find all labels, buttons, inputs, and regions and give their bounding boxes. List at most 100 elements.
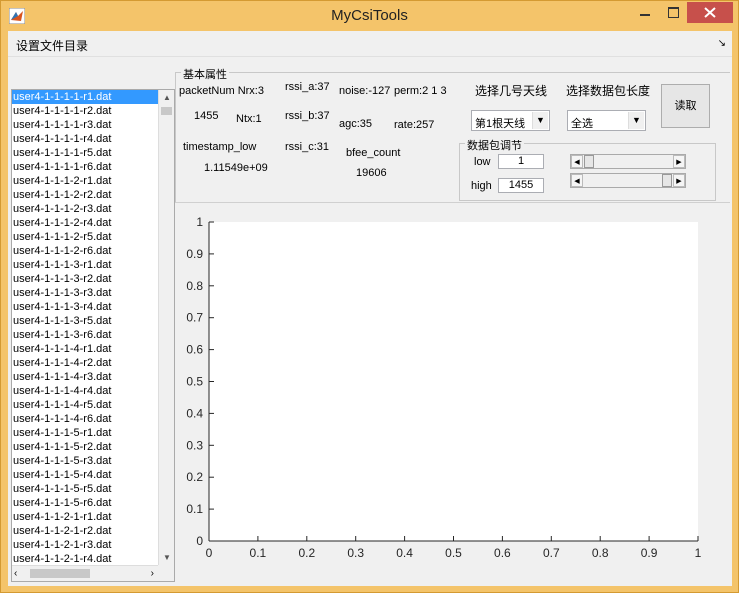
file-list-item[interactable]: user4-1-1-2-1-r3.dat <box>12 538 158 552</box>
file-list-item[interactable]: user4-1-1-1-4-r4.dat <box>12 384 158 398</box>
rssi-c-label: rssi_c:31 <box>285 141 330 153</box>
file-list-item[interactable]: user4-1-1-1-1-r5.dat <box>12 146 158 160</box>
file-list-item[interactable]: user4-1-1-1-2-r6.dat <box>12 244 158 258</box>
packet-length-selected-value: 全选 <box>571 118 593 130</box>
y-tick-label: 0.4 <box>186 406 203 420</box>
file-list-item[interactable]: user4-1-1-1-2-r3.dat <box>12 202 158 216</box>
plot-axes[interactable]: 0 0.1 0.2 0.3 0.4 0.5 0.6 0.7 0.8 0.9 1 0 0.1 0.2 0.3 0… <box>175 203 730 586</box>
antenna-select[interactable]: 第1根天线 ▼ <box>471 110 550 131</box>
x-tick-label: 0.4 <box>396 546 413 560</box>
file-list-item[interactable]: user4-1-1-1-5-r6.dat <box>12 496 158 510</box>
vertical-scrollbar[interactable]: ▲ ▼ <box>158 90 174 566</box>
file-list-item[interactable]: user4-1-1-1-1-r1.dat <box>12 90 158 104</box>
low-input[interactable]: 1 <box>498 154 544 169</box>
app-window: MyCsiTools 设置文件目录 ↘ user4-1-1-1-1-r1.dat… <box>0 0 739 593</box>
file-list-item[interactable]: user4-1-1-1-4-r1.dat <box>12 342 158 356</box>
x-tick-label: 0.8 <box>592 546 609 560</box>
slider-left-icon[interactable]: ◀ <box>571 174 583 187</box>
file-listbox[interactable]: user4-1-1-1-1-r1.dat user4-1-1-1-1-r2.dat… <box>11 89 175 582</box>
file-list-item[interactable]: user4-1-1-1-3-r2.dat <box>12 272 158 286</box>
horizontal-scrollbar[interactable]: ‹ › <box>12 565 158 581</box>
file-list-item[interactable]: user4-1-1-2-1-r1.dat <box>12 510 158 524</box>
antenna-selected-value: 第1根天线 <box>475 118 526 130</box>
file-list-item[interactable]: user4-1-1-1-3-r3.dat <box>12 286 158 300</box>
file-list-item[interactable]: user4-1-1-1-3-r5.dat <box>12 314 158 328</box>
scroll-left-icon[interactable]: ‹ <box>14 566 17 582</box>
slider-left-icon[interactable]: ◀ <box>571 155 583 168</box>
menu-set-directory[interactable]: 设置文件目录 <box>16 37 88 54</box>
rssi-a-label: rssi_a:37 <box>285 81 330 93</box>
file-list-item[interactable]: user4-1-1-1-5-r1.dat <box>12 426 158 440</box>
file-list-item[interactable]: user4-1-1-1-3-r1.dat <box>12 258 158 272</box>
scroll-down-icon[interactable]: ▼ <box>159 550 175 566</box>
file-list-item[interactable]: user4-1-1-1-5-r5.dat <box>12 482 158 496</box>
basic-properties-title: 基本属性 <box>181 66 229 82</box>
file-list-item[interactable]: user4-1-1-1-2-r4.dat <box>12 216 158 230</box>
packet-adjust-title: 数据包调节 <box>465 137 524 153</box>
dock-arrow-icon[interactable]: ↘ <box>718 38 726 49</box>
timestamp-label: timestamp_low <box>183 141 257 153</box>
hscroll-thumb[interactable] <box>30 569 90 578</box>
chevron-down-icon[interactable]: ▼ <box>628 112 644 129</box>
file-list-item[interactable]: user4-1-1-1-5-r2.dat <box>12 440 158 454</box>
packet-length-label: 选择数据包长度 <box>566 84 651 98</box>
y-tick-label: 0.3 <box>186 438 203 452</box>
slider-right-icon[interactable]: ▶ <box>673 174 685 187</box>
file-list-item[interactable]: user4-1-1-1-4-r2.dat <box>12 356 158 370</box>
file-list-item[interactable]: user4-1-1-1-3-r6.dat <box>12 328 158 342</box>
slider-right-icon[interactable]: ▶ <box>673 155 685 168</box>
file-list-item[interactable]: user4-1-1-1-2-r2.dat <box>12 188 158 202</box>
packetnum-value: 1455 <box>194 110 219 122</box>
minimize-button[interactable] <box>631 2 659 23</box>
x-tick-label: 0 <box>206 546 213 560</box>
low-slider-thumb[interactable] <box>584 155 594 168</box>
plot-area[interactable] <box>209 222 698 541</box>
x-tick-label: 0.9 <box>641 546 658 560</box>
file-list-item[interactable]: user4-1-1-1-1-r2.dat <box>12 104 158 118</box>
x-tick-label: 1 <box>695 546 702 560</box>
maximize-button[interactable] <box>659 2 687 23</box>
file-list-item[interactable]: user4-1-1-2-1-r4.dat <box>12 552 158 566</box>
file-list-item[interactable]: user4-1-1-1-2-r5.dat <box>12 230 158 244</box>
packet-length-select[interactable]: 全选 ▼ <box>567 110 646 131</box>
close-button[interactable] <box>687 2 733 23</box>
file-list-item[interactable]: user4-1-1-1-1-r3.dat <box>12 118 158 132</box>
noise-label: noise:-127 <box>339 85 391 97</box>
file-list-item[interactable]: user4-1-1-1-4-r5.dat <box>12 398 158 412</box>
perm-label: perm:2 1 3 <box>394 85 447 97</box>
file-list-item[interactable]: user4-1-1-1-5-r3.dat <box>12 454 158 468</box>
file-list-item[interactable]: user4-1-1-1-2-r1.dat <box>12 174 158 188</box>
file-list-item[interactable]: user4-1-1-1-4-r3.dat <box>12 370 158 384</box>
chevron-down-icon[interactable]: ▼ <box>532 112 548 129</box>
scroll-up-icon[interactable]: ▲ <box>159 90 175 106</box>
ntx-label: Ntx:1 <box>236 113 262 125</box>
high-slider[interactable]: ◀ ▶ <box>570 173 686 188</box>
title-bar[interactable]: MyCsiTools <box>1 1 738 31</box>
file-list-items: user4-1-1-1-1-r1.dat user4-1-1-1-1-r2.dat… <box>12 90 158 566</box>
client-area: 设置文件目录 ↘ user4-1-1-1-1-r1.dat user4-1-1-1… <box>8 31 732 586</box>
y-tick-label: 0.2 <box>186 470 203 484</box>
bfee-count-label: bfee_count <box>346 147 401 159</box>
window-title: MyCsiTools <box>331 7 408 24</box>
high-input[interactable]: 1455 <box>498 178 544 193</box>
timestamp-value: 1.11549e+09 <box>204 162 268 174</box>
file-list-item[interactable]: user4-1-1-1-1-r6.dat <box>12 160 158 174</box>
close-icon <box>704 7 716 18</box>
scroll-right-icon[interactable]: › <box>151 566 154 582</box>
scroll-thumb[interactable] <box>161 107 172 115</box>
x-tick-label: 0.3 <box>347 546 364 560</box>
file-list-item[interactable]: user4-1-1-1-4-r6.dat <box>12 412 158 426</box>
x-tick-label: 0.7 <box>543 546 560 560</box>
high-label: high <box>471 180 492 192</box>
file-list-item[interactable]: user4-1-1-1-1-r4.dat <box>12 132 158 146</box>
scroll-corner <box>158 565 174 581</box>
y-tick-label: 0.5 <box>186 375 203 389</box>
low-slider[interactable]: ◀ ▶ <box>570 154 686 169</box>
rssi-b-label: rssi_b:37 <box>285 110 330 122</box>
file-list-item[interactable]: user4-1-1-2-1-r2.dat <box>12 524 158 538</box>
read-button[interactable]: 读取 <box>661 84 710 128</box>
file-list-item[interactable]: user4-1-1-1-5-r4.dat <box>12 468 158 482</box>
high-slider-thumb[interactable] <box>662 174 672 187</box>
file-list-item[interactable]: user4-1-1-1-3-r4.dat <box>12 300 158 314</box>
agc-label: agc:35 <box>339 118 373 130</box>
